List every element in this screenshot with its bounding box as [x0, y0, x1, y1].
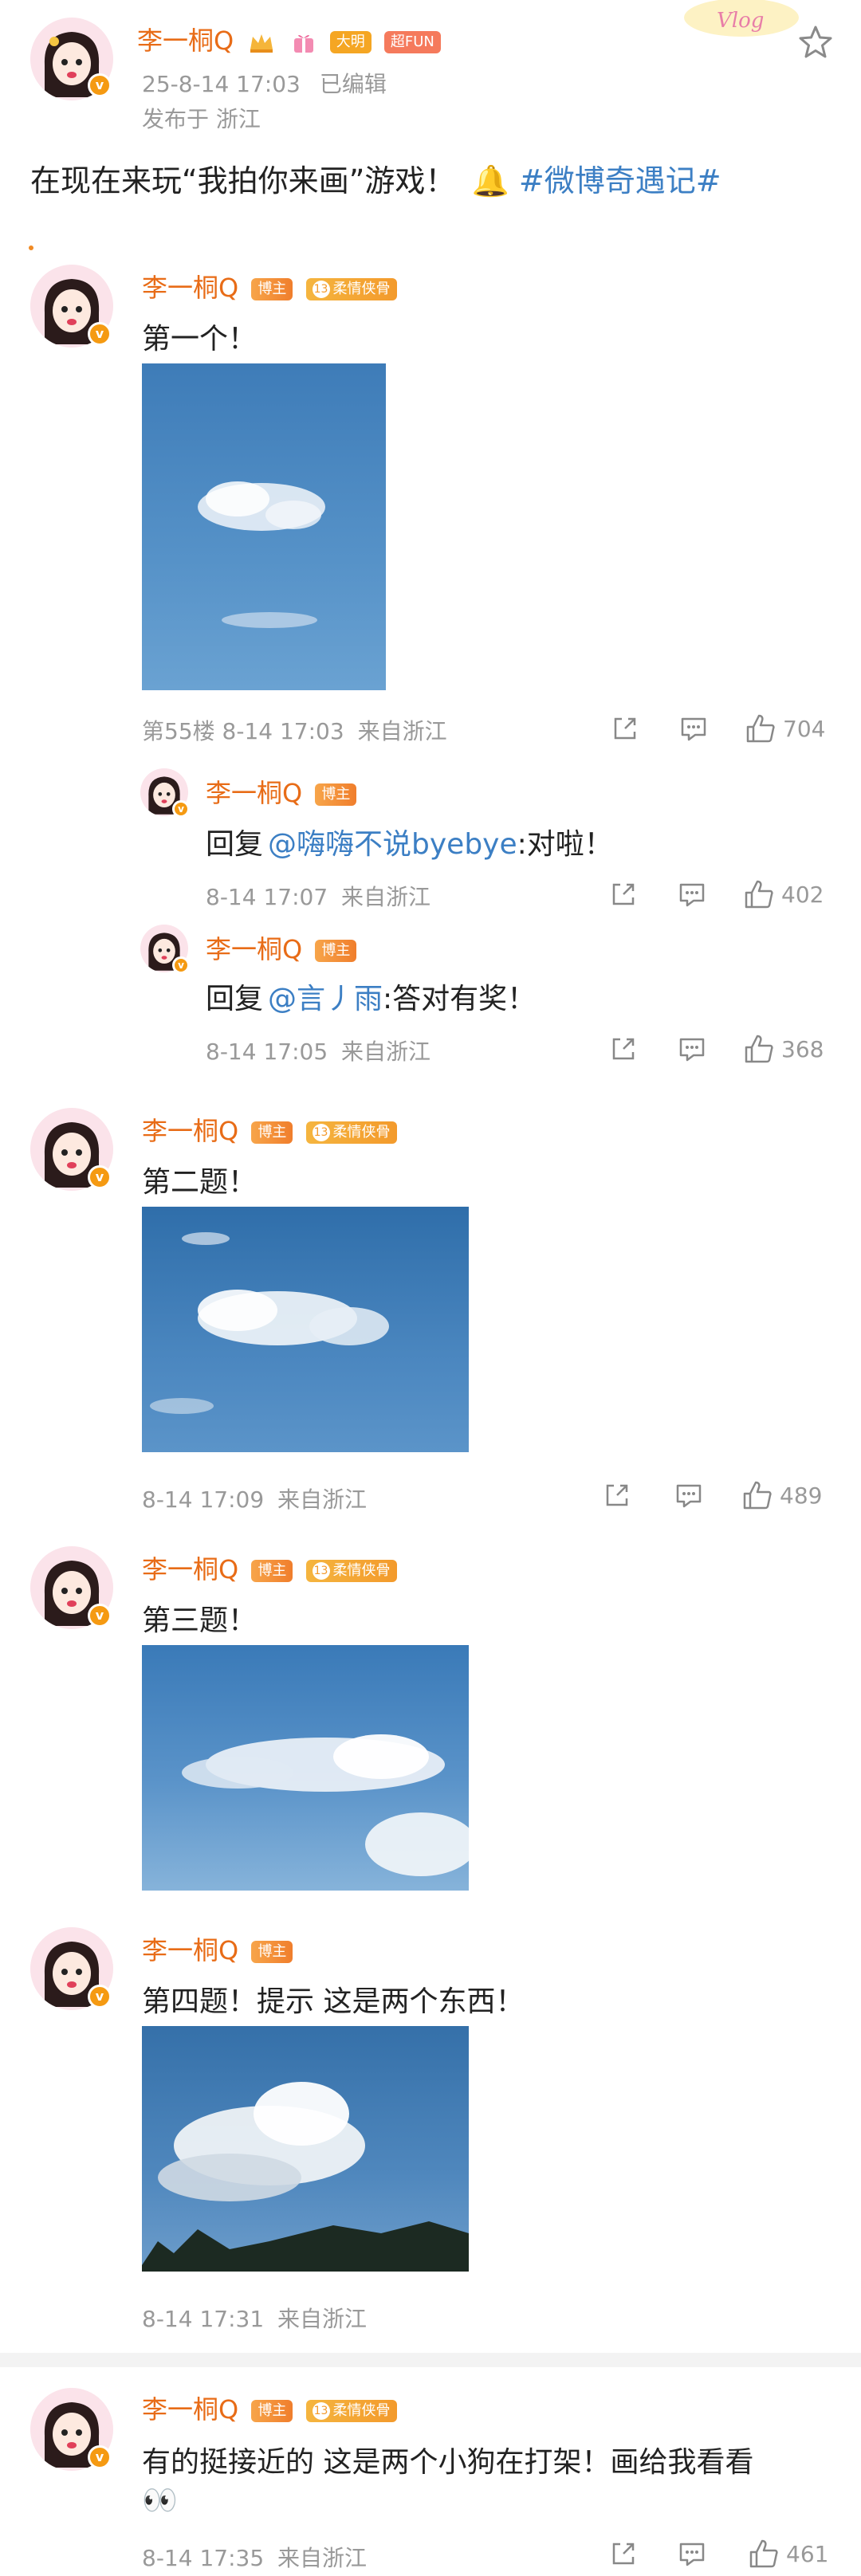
comment-icon[interactable]: [674, 1481, 703, 1510]
share-icon[interactable]: [609, 880, 638, 909]
blogger-badge: 博主: [251, 1941, 293, 1963]
fan-badge: 13 柔情侠骨: [305, 1560, 397, 1582]
comment-author[interactable]: 李一桐Q 博主 13 柔情侠骨: [142, 1111, 397, 1148]
like-button[interactable]: 704: [745, 713, 825, 744]
like-icon: [746, 714, 775, 743]
blogger-badge: 博主: [315, 940, 357, 962]
like-button[interactable]: 489: [741, 1479, 822, 1511]
like-icon: [745, 880, 773, 909]
star-icon[interactable]: [797, 24, 834, 61]
share-icon[interactable]: [609, 1035, 638, 1063]
verified-icon: v: [172, 800, 190, 818]
blogger-badge: 博主: [251, 278, 293, 300]
comment-author[interactable]: 李一桐Q 博主: [142, 1930, 293, 1967]
fan-badge: 13 柔情侠骨: [305, 1121, 397, 1144]
like-button[interactable]: 368: [743, 1033, 824, 1065]
topic-link[interactable]: #微博奇遇记#: [519, 163, 721, 198]
verified-icon: v: [88, 73, 112, 97]
reply-author[interactable]: 李一桐Q 博主: [206, 773, 357, 810]
author-label: 李一桐Q: [137, 26, 234, 56]
comment-image[interactable]: [142, 363, 386, 690]
verified-icon: v: [88, 1985, 112, 2009]
verified-icon: v: [172, 956, 190, 974]
verified-icon: v: [88, 1165, 112, 1189]
blogger-badge: 博主: [315, 783, 357, 806]
comment-icon[interactable]: [679, 714, 708, 743]
mention-link[interactable]: @嗨嗨不说byebye: [268, 828, 517, 861]
blogger-badge: 博主: [251, 1560, 293, 1582]
comment-image[interactable]: [142, 1645, 469, 1891]
comment-image[interactable]: [142, 2026, 469, 2272]
comment-meta: 8-14 17:09 来自浙江: [142, 1486, 368, 1513]
verified-icon: v: [88, 322, 112, 346]
divider-dot: [29, 245, 33, 250]
fun-badge: 超FUN: [383, 31, 441, 53]
post-location: 发布于 浙江: [142, 106, 261, 132]
comment-text: 第二题！: [142, 1166, 258, 1199]
fan-badge: 13 柔情侠骨: [305, 2400, 397, 2422]
comment-meta: 8-14 17:31 来自浙江: [142, 2306, 368, 2332]
blogger-badge: 博主: [251, 2400, 293, 2422]
level-badge: 大明: [329, 31, 372, 53]
comment-meta: 第55楼 8-14 17:03 来自浙江: [142, 718, 447, 744]
like-icon: [745, 1035, 773, 1063]
reply-text: 回复 @嗨嗨不说byebye:对啦！: [206, 828, 613, 861]
share-icon[interactable]: [609, 2539, 638, 2568]
comment-text: 第三题！: [142, 1604, 258, 1637]
reply-meta: 8-14 17:07 来自浙江: [206, 884, 431, 910]
like-button[interactable]: 402: [743, 878, 824, 910]
like-icon: [743, 1481, 772, 1510]
comment-meta: 8-14 17:35 来自浙江: [142, 2545, 368, 2571]
verified-icon: v: [88, 1604, 112, 1628]
comment-author[interactable]: 李一桐Q 博主 13 柔情侠骨: [142, 1549, 397, 1586]
author-name[interactable]: 李一桐Q 大明 超FUN: [137, 21, 441, 57]
eyes-emoji: 👀: [142, 2484, 178, 2517]
post-meta: 25-8-14 17:03 已编辑: [142, 71, 387, 97]
crown-icon: [250, 34, 273, 53]
comment-text: 有的挺接近的 这是两个小狗在打架！画给我看看: [142, 2446, 754, 2479]
comment-text: 第四题！提示 这是两个东西！: [142, 1985, 525, 2018]
like-icon: [749, 2539, 778, 2568]
comment-icon[interactable]: [678, 2539, 706, 2568]
like-button[interactable]: 461: [748, 2538, 828, 2570]
blogger-badge: 博主: [251, 1121, 293, 1144]
share-icon[interactable]: [611, 714, 639, 743]
divider: [0, 2353, 861, 2367]
reply-author[interactable]: 李一桐Q 博主: [206, 929, 357, 966]
comment-icon[interactable]: [678, 880, 706, 909]
post-content: 在现在来玩“我拍你来画”游戏！ 🔔 #微博奇遇记#: [30, 163, 721, 198]
bell-icon: 🔔: [471, 163, 509, 198]
gift-icon: [293, 34, 313, 53]
comment-image[interactable]: [142, 1207, 469, 1452]
verified-icon: v: [88, 2445, 112, 2469]
reply-text: 回复 @言丿雨:答对有奖！: [206, 983, 537, 1015]
comment-text: 第一个！: [142, 323, 258, 355]
fan-badge: 13 柔情侠骨: [305, 278, 397, 300]
mention-link[interactable]: @言丿雨: [268, 983, 383, 1015]
vlog-sticker: Vlog: [682, 0, 801, 41]
reply-meta: 8-14 17:05 来自浙江: [206, 1039, 431, 1065]
comment-author[interactable]: 李一桐Q 博主 13 柔情侠骨: [142, 2389, 397, 2426]
comment-icon[interactable]: [678, 1035, 706, 1063]
share-icon[interactable]: [603, 1481, 631, 1510]
comment-author[interactable]: 李一桐Q 博主 13 柔情侠骨: [142, 268, 397, 304]
svg-text:Vlog: Vlog: [717, 9, 764, 33]
